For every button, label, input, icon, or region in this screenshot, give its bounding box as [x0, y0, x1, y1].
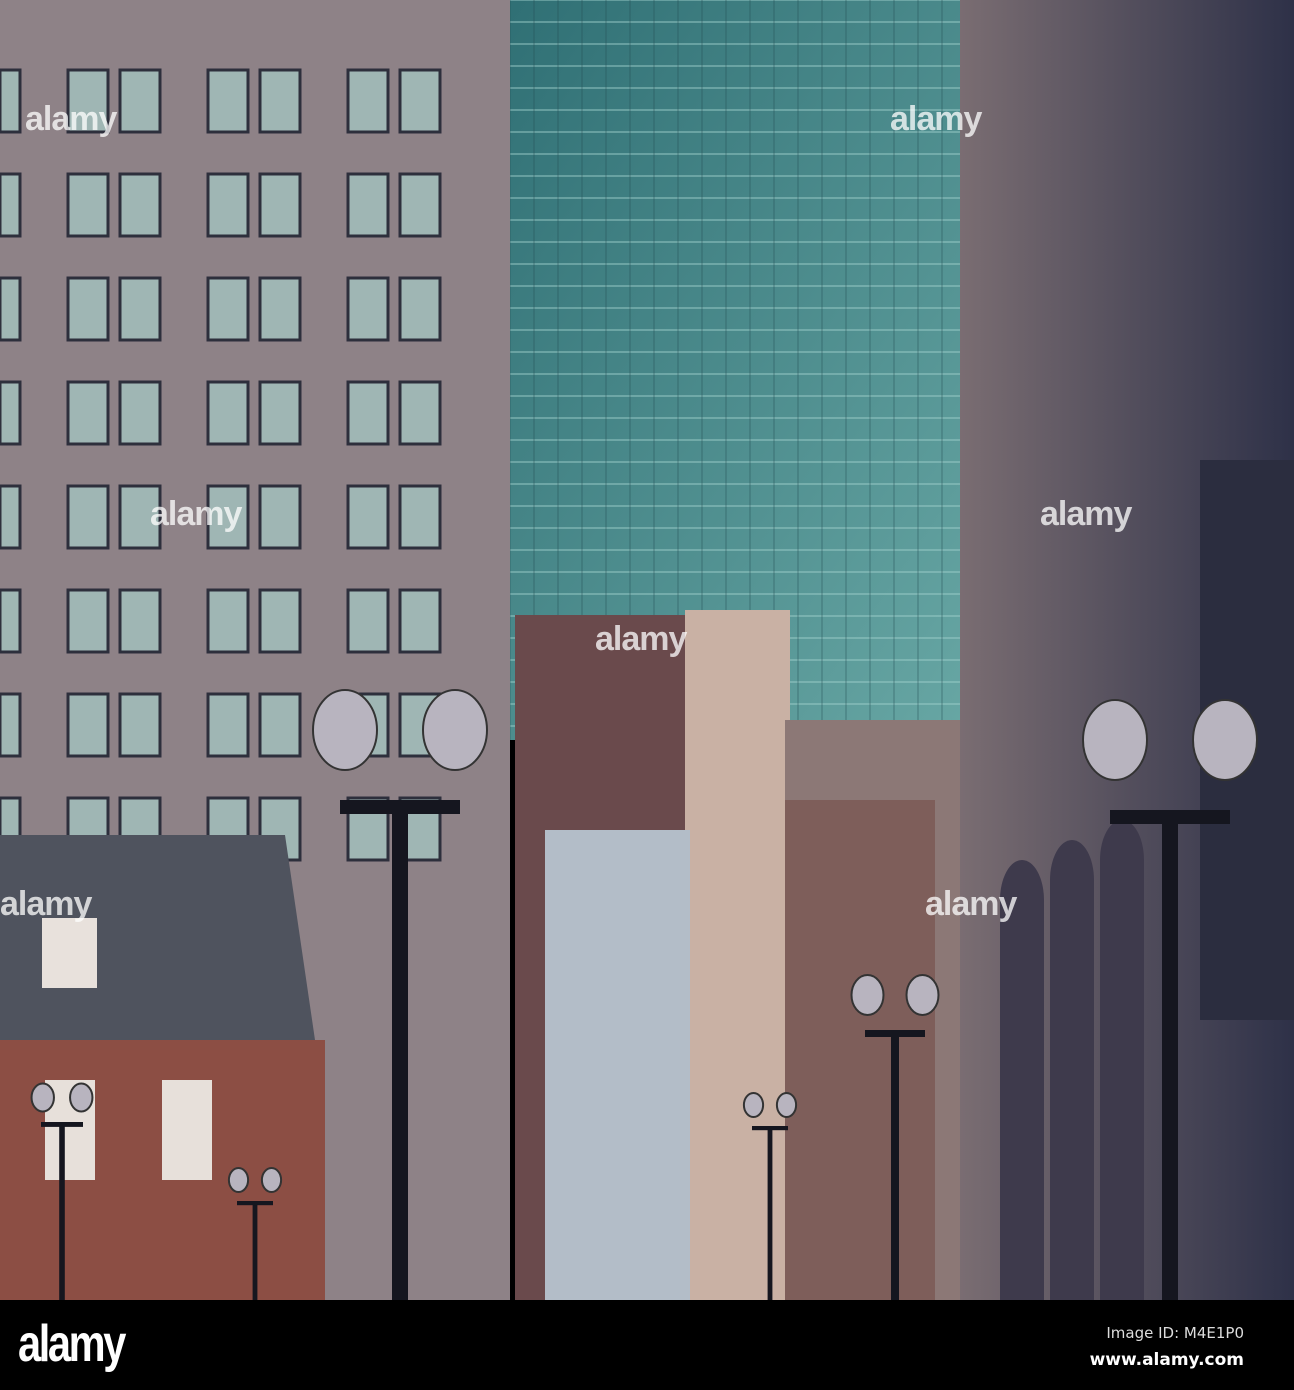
watermark: alamy — [150, 495, 242, 533]
window — [118, 172, 162, 238]
window — [398, 276, 442, 342]
window — [206, 276, 250, 342]
window — [66, 588, 110, 654]
window — [0, 68, 22, 134]
window — [346, 588, 390, 654]
window — [0, 172, 22, 238]
window — [118, 692, 162, 758]
window — [0, 588, 22, 654]
window — [118, 588, 162, 654]
window — [346, 380, 390, 446]
window — [66, 484, 110, 550]
window — [66, 380, 110, 446]
white-building — [545, 830, 690, 1300]
watermark: alamy — [0, 885, 92, 923]
alamy-logo: alamy — [18, 1315, 126, 1373]
window — [66, 172, 110, 238]
stock-photo: alamy alamy alamy alamy alamy alamy alam… — [0, 0, 1294, 1390]
window — [206, 692, 250, 758]
window — [206, 68, 250, 134]
watermark: alamy — [925, 885, 1017, 923]
window — [206, 380, 250, 446]
window — [398, 380, 442, 446]
window — [346, 172, 390, 238]
watermark: alamy — [595, 620, 687, 658]
arches — [1000, 820, 1144, 1300]
window — [0, 276, 22, 342]
window — [258, 276, 302, 342]
window — [258, 692, 302, 758]
window — [346, 484, 390, 550]
watermark: alamy — [25, 100, 117, 138]
window — [118, 380, 162, 446]
watermark: alamy — [890, 100, 982, 138]
window — [398, 172, 442, 238]
window — [0, 380, 22, 446]
window — [258, 172, 302, 238]
window — [258, 588, 302, 654]
window — [346, 276, 390, 342]
window — [206, 588, 250, 654]
window — [398, 588, 442, 654]
image-id: Image ID: M4E1P0 — [1106, 1324, 1244, 1342]
window — [398, 484, 442, 550]
window — [258, 380, 302, 446]
window — [258, 484, 302, 550]
window — [346, 68, 390, 134]
window — [118, 68, 162, 134]
window — [66, 276, 110, 342]
ornate-building — [785, 800, 935, 1300]
window — [0, 692, 22, 758]
dormer-window — [42, 918, 97, 988]
window — [258, 68, 302, 134]
window — [206, 172, 250, 238]
window — [398, 68, 442, 134]
cream-building — [685, 610, 790, 1300]
footer-bar: alamy Image ID: M4E1P0 www.alamy.com — [0, 1300, 1294, 1390]
site-url: www.alamy.com — [1089, 1350, 1244, 1370]
window — [66, 692, 110, 758]
window — [0, 484, 22, 550]
window — [118, 276, 162, 342]
watermark: alamy — [1040, 495, 1132, 533]
state-house-window — [162, 1080, 212, 1180]
